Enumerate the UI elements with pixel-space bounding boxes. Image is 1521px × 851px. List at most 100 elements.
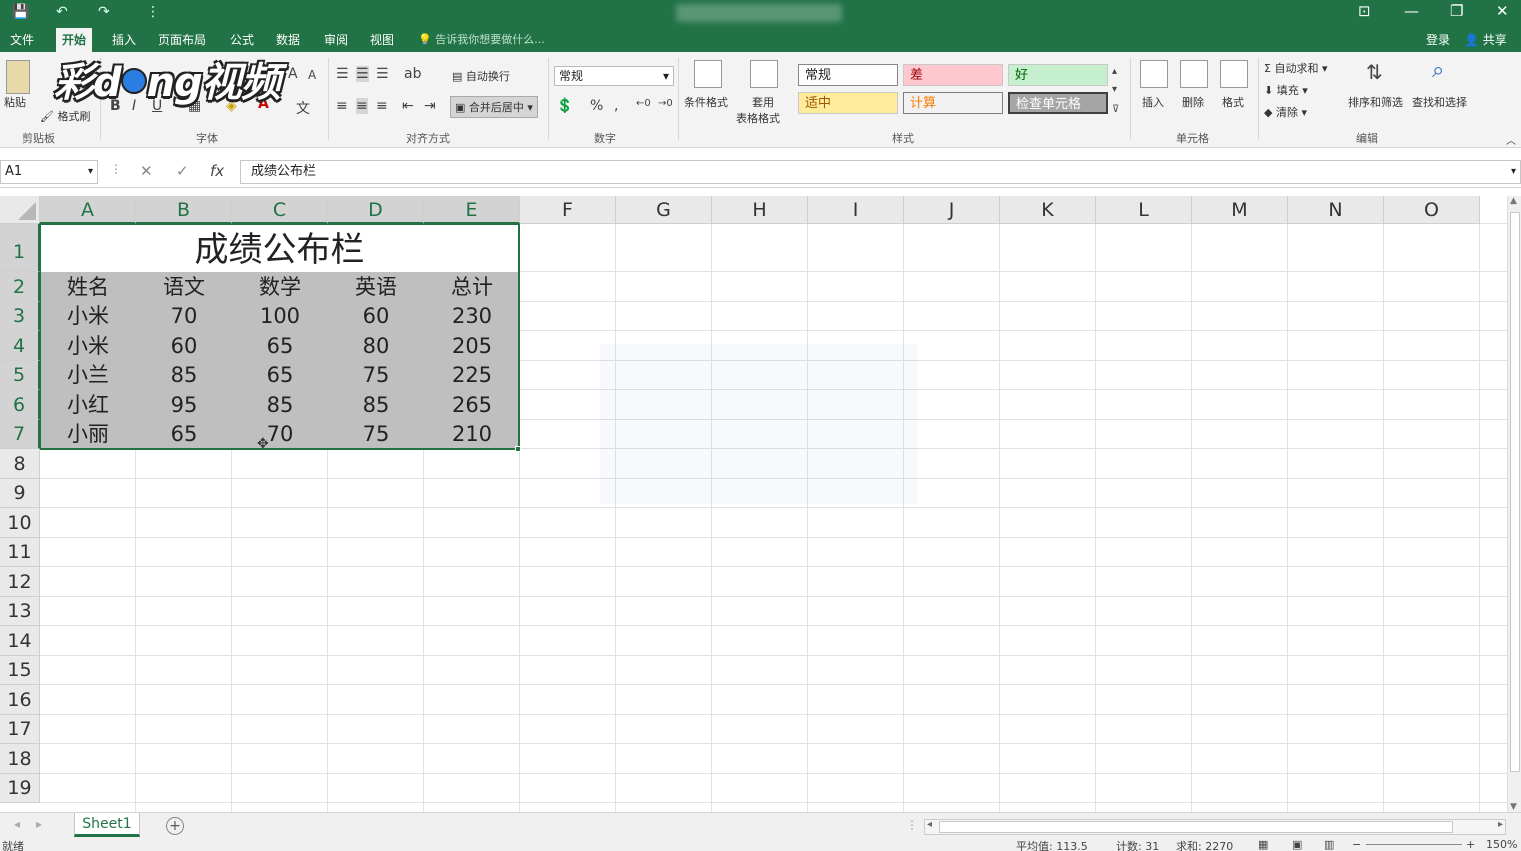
comma-button[interactable]: , [614, 98, 618, 114]
column-header[interactable]: K [1000, 196, 1096, 224]
zoom-level[interactable]: 150% [1486, 840, 1517, 851]
column-header[interactable]: D [328, 196, 424, 224]
tab-review[interactable]: 审阅 [318, 28, 354, 52]
add-sheet-button[interactable]: + [166, 817, 184, 835]
align-right-icon[interactable]: ≡ [376, 98, 388, 114]
zoom-in-icon[interactable]: + [1466, 840, 1475, 851]
merge-center-button[interactable]: ▣ 合并后居中 ▾ [450, 96, 538, 118]
orientation-icon[interactable]: ab [404, 66, 421, 82]
scroll-down-icon[interactable]: ▼ [1510, 802, 1517, 812]
close-icon[interactable]: ✕ [1496, 2, 1509, 20]
row-header[interactable]: 13 [0, 597, 40, 626]
zoom-slider[interactable] [1366, 844, 1462, 845]
column-header[interactable]: O [1384, 196, 1480, 224]
minimize-icon[interactable]: — [1404, 2, 1419, 20]
delete-cells-icon[interactable] [1180, 60, 1208, 88]
confirm-entry-icon[interactable]: ✓ [176, 162, 189, 180]
fill-button[interactable]: ⬇ 填充 ▾ [1264, 82, 1308, 98]
column-header[interactable]: J [904, 196, 1000, 224]
tab-formulas[interactable]: 公式 [224, 28, 260, 52]
style-calculation[interactable]: 计算 [903, 92, 1003, 114]
delete-cells-label[interactable]: 删除 [1182, 94, 1204, 110]
column-header[interactable]: C [232, 196, 328, 224]
column-header[interactable]: G [616, 196, 712, 224]
restore-icon[interactable]: ❐ [1450, 2, 1463, 20]
share-button[interactable]: 👤 共享 [1464, 28, 1507, 52]
row-header[interactable]: 11 [0, 538, 40, 567]
styles-more-icon[interactable]: ⊽ [1112, 104, 1119, 115]
wrap-text-button[interactable]: ▤ 自动换行 [452, 68, 510, 84]
autosum-button[interactable]: Σ 自动求和 ▾ [1264, 60, 1327, 76]
row-header[interactable]: 6 [0, 390, 40, 420]
increase-indent-icon[interactable]: ⇥ [424, 98, 436, 114]
grow-font-icon[interactable]: A [288, 66, 298, 82]
paste-label[interactable]: 粘贴 [4, 94, 26, 110]
customize-qa-icon[interactable]: ⋮ [146, 4, 160, 20]
column-header[interactable]: B [136, 196, 232, 224]
accounting-format-icon[interactable]: 💲 [556, 98, 573, 114]
row-header[interactable]: 5 [0, 361, 40, 390]
column-header[interactable]: E [424, 196, 520, 224]
increase-decimal-icon[interactable]: ←0 [636, 98, 651, 109]
select-all-button[interactable] [0, 196, 40, 224]
tell-me-search[interactable]: 💡 告诉我你想要做什么... [418, 28, 545, 52]
paste-icon[interactable] [6, 60, 30, 94]
column-header[interactable]: F [520, 196, 616, 224]
sort-filter-icon[interactable]: ⇅ [1366, 60, 1383, 84]
row-header[interactable]: 17 [0, 715, 40, 744]
tab-view[interactable]: 视图 [364, 28, 400, 52]
row-header[interactable]: 12 [0, 567, 40, 597]
shrink-font-icon[interactable]: A [308, 68, 316, 82]
row-header[interactable]: 14 [0, 626, 40, 656]
row-header[interactable]: 4 [0, 331, 40, 361]
styles-scroll-down-icon[interactable]: ▾ [1112, 84, 1117, 95]
tab-data[interactable]: 数据 [270, 28, 306, 52]
insert-cells-icon[interactable] [1140, 60, 1168, 88]
align-bottom-icon[interactable]: ☰ [376, 66, 389, 82]
scroll-left-icon[interactable]: ◂ [927, 819, 932, 830]
align-middle-icon[interactable]: ☰ [356, 66, 369, 82]
column-header[interactable]: H [712, 196, 808, 224]
style-check-cell[interactable]: 检查单元格 [1008, 92, 1108, 114]
format-cells-icon[interactable] [1220, 60, 1248, 88]
ribbon-display-icon[interactable]: ⊡ [1358, 2, 1371, 20]
insert-function-icon[interactable]: fx [210, 162, 224, 180]
name-box[interactable]: A1 ▾ [0, 160, 98, 184]
conditional-format-label[interactable]: 条件格式 [684, 94, 728, 110]
table-format-label-1[interactable]: 套用 [752, 94, 774, 110]
row-header[interactable]: 7 [0, 420, 40, 449]
column-header[interactable]: L [1096, 196, 1192, 224]
row-header[interactable]: 16 [0, 685, 40, 715]
formula-input[interactable]: 成绩公布栏 ▾ [240, 160, 1521, 184]
row-header[interactable]: 3 [0, 302, 40, 331]
style-neutral[interactable]: 适中 [798, 92, 898, 114]
row-header[interactable]: 2 [0, 272, 40, 302]
styles-scroll-up-icon[interactable]: ▴ [1112, 66, 1117, 77]
format-painter-button[interactable]: 🖌 格式刷 [40, 108, 90, 124]
tab-page-layout[interactable]: 页面布局 [152, 28, 212, 52]
save-icon[interactable]: 💾 [12, 4, 29, 20]
row-header[interactable]: 18 [0, 744, 40, 774]
align-left-icon[interactable]: ≡ [336, 98, 348, 114]
horizontal-scroll-thumb[interactable] [939, 821, 1453, 833]
worksheet-grid[interactable]: 成绩公布栏 姓名 语文 数学 英语 总计 小米 70 100 60 230 小米 60 65 80 205 小兰… [0, 196, 1507, 812]
cancel-entry-icon[interactable]: ✕ [140, 162, 153, 180]
horizontal-scrollbar[interactable]: ◂ ▸ [924, 819, 1506, 835]
table-format-icon[interactable] [750, 60, 778, 88]
conditional-format-icon[interactable] [694, 60, 722, 88]
insert-cells-label[interactable]: 插入 [1142, 94, 1164, 110]
fill-handle[interactable] [515, 446, 521, 452]
table-format-label-2[interactable]: 表格格式 [736, 110, 780, 126]
percent-button[interactable]: % [590, 98, 603, 114]
find-select-icon[interactable]: ⌕ [1432, 58, 1444, 83]
row-header[interactable]: 8 [0, 449, 40, 479]
column-header[interactable]: M [1192, 196, 1288, 224]
format-cells-label[interactable]: 格式 [1222, 94, 1244, 110]
number-format-select[interactable]: 常规 ▾ [554, 66, 674, 86]
column-header[interactable]: A [40, 196, 136, 224]
style-bad[interactable]: 差 [903, 64, 1003, 86]
column-header[interactable]: N [1288, 196, 1384, 224]
vertical-scroll-thumb[interactable] [1510, 212, 1520, 772]
prev-sheet-icon[interactable]: ◂ [14, 817, 20, 831]
zoom-out-icon[interactable]: − [1352, 840, 1361, 851]
